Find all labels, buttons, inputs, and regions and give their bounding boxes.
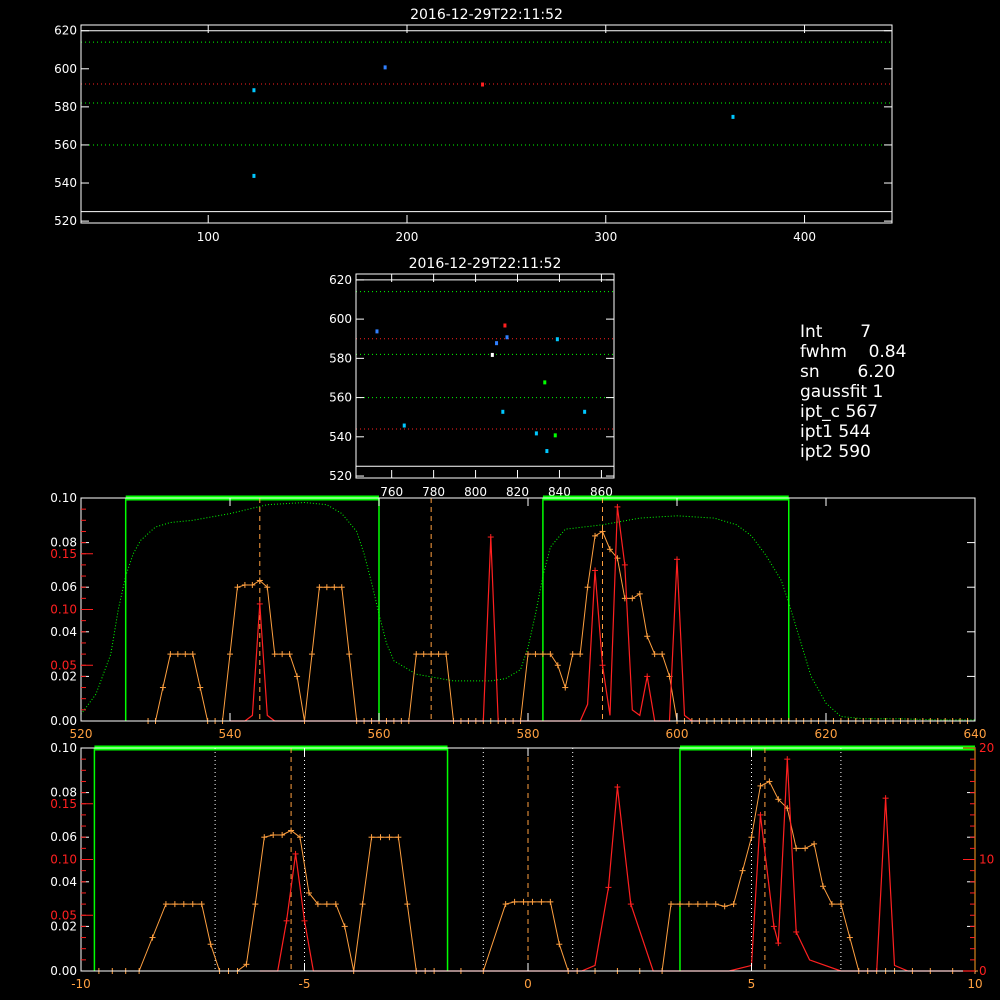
red-series (259, 759, 975, 972)
red-y-tick-label: 0.05 (50, 658, 77, 672)
data-point (583, 409, 587, 414)
y-tick-label: 600 (329, 312, 352, 326)
x-tick-label: 10 (967, 977, 982, 991)
info-line-ipt2: ipt2 590 (800, 442, 871, 462)
data-point (534, 431, 538, 436)
y-tick-label: 0.04 (50, 875, 77, 889)
right-y-tick-label: 0 (979, 964, 987, 978)
info-line-ipt1: ipt1 544 (800, 422, 871, 442)
info-line-int: Int 7 (800, 322, 872, 342)
filter-curve (80, 501, 975, 721)
data-point (731, 114, 735, 119)
x-tick-label: 5 (748, 977, 756, 991)
y-tick-label: 0.00 (50, 964, 77, 978)
red-series (230, 506, 700, 722)
y-tick-label: 580 (54, 100, 77, 114)
data-point (375, 329, 379, 334)
right-y-tick-label: 20 (979, 741, 994, 755)
data-point (503, 323, 507, 328)
x-tick-label: 200 (396, 230, 419, 244)
data-point (553, 433, 557, 438)
y-tick-label: 0.00 (50, 714, 77, 728)
chart-title: 2016-12-29T22:11:52 (409, 256, 562, 272)
info-panel: Int 7 fwhm 0.84 sn 6.20 gaussfit 1 ipt_c… (800, 322, 906, 462)
y-tick-label: 0.06 (50, 580, 77, 594)
red-y-tick-label: 0.15 (50, 797, 77, 811)
y-tick-label: 580 (329, 351, 352, 365)
y-tick-label: 520 (54, 214, 77, 228)
y-tick-label: 620 (329, 273, 352, 287)
spectrum-frame (80, 497, 976, 722)
data-point (501, 409, 505, 414)
info-line-sn: sn 6.20 (800, 362, 896, 382)
data-point (555, 337, 559, 342)
data-point (402, 423, 406, 428)
chart-title: 2016-12-29T22:11:52 (410, 7, 563, 23)
orange-series (98, 780, 975, 972)
info-line-ipt-c: ipt_c 567 (800, 402, 878, 422)
data-point (490, 352, 494, 357)
x-tick-label: 100 (197, 230, 220, 244)
y-tick-label: 600 (54, 62, 77, 76)
x-tick-label: 0 (524, 977, 532, 991)
x-tick-label: 800 (464, 485, 487, 499)
y-tick-label: 560 (54, 138, 77, 152)
y-tick-label: 0.10 (50, 491, 77, 505)
red-y-tick-label: 0.10 (50, 603, 77, 617)
orange-series (148, 530, 968, 722)
y-tick-label: 560 (329, 391, 352, 405)
y-tick-label: 0.04 (50, 625, 77, 639)
y-tick-label: 520 (329, 469, 352, 483)
data-point (505, 335, 509, 340)
y-tick-label: 540 (329, 430, 352, 444)
red-y-tick-label: 0.10 (50, 853, 77, 867)
top-frame (80, 24, 893, 224)
x-tick-label: 400 (793, 230, 816, 244)
mid-scatter-panel: 760 780 800 820 840 8605205405605806006202016… (329, 256, 615, 499)
y-tick-label: 0.06 (50, 830, 77, 844)
right-y-tick-label: 10 (979, 853, 994, 867)
x-tick-label: 300 (594, 230, 617, 244)
x-tick-label: 620 (815, 727, 838, 741)
x-tick-label: 580 (517, 727, 540, 741)
data-point (545, 449, 549, 454)
data-point (252, 173, 256, 178)
red-y-tick-label: 0.15 (50, 547, 77, 561)
y-tick-label: 0.10 (50, 741, 77, 755)
x-tick-label: 560 (368, 727, 391, 741)
info-line-fwhm: fwhm 0.84 (800, 342, 907, 362)
top-scatter-panel: 100 200 300 400 520 540 560 580 600 620 2016-12-29… (54, 7, 893, 244)
red-y-tick-label: 0.05 (50, 908, 77, 922)
y-tick-label: 540 (54, 176, 77, 190)
x-tick-label: -5 (299, 977, 311, 991)
data-point (383, 65, 387, 70)
chart-canvas: 100 200 300 4005205405605806006202016-12-29… (50, 7, 994, 991)
x-tick-label: 640 (964, 727, 987, 741)
x-tick-label: 540 (219, 727, 242, 741)
info-line-gaussfit: gaussfit 1 (800, 382, 884, 402)
spectrum-panel: 520 540 560 580 600 620 6400.000.020.040.060.0… (50, 491, 986, 741)
data-point (495, 341, 499, 346)
x-tick-label: 600 (666, 727, 689, 741)
mid-frame (355, 273, 615, 479)
x-tick-label: 760 (380, 485, 403, 499)
x-tick-label: -10 (71, 977, 91, 991)
velocity-panel: -10 -5 0 5 100.000.020.040.060.080.100.050.1… (50, 741, 994, 991)
data-point (252, 88, 256, 93)
x-tick-label: 820 (506, 485, 529, 499)
x-tick-label: 520 (70, 727, 93, 741)
x-tick-label: 780 (422, 485, 445, 499)
data-point (481, 82, 485, 87)
data-point (543, 380, 547, 385)
y-tick-label: 620 (54, 24, 77, 38)
